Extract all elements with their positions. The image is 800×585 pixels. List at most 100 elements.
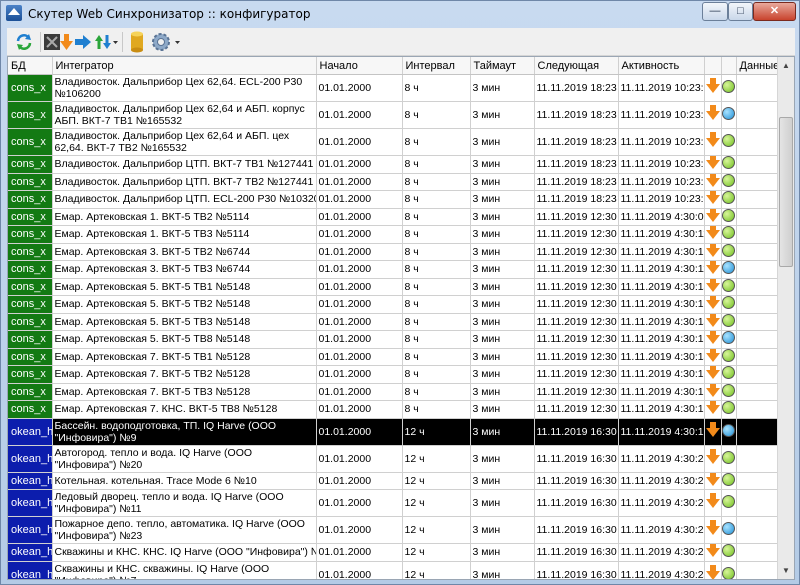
download-action-cell[interactable]	[704, 418, 722, 446]
database-button[interactable]	[126, 30, 148, 54]
download-arrow-icon[interactable]	[705, 190, 720, 205]
table-row[interactable]: cons_x Владивосток. Дальприбор Цех 62,64.…	[8, 74, 779, 102]
table-row[interactable]: cons_x Владивосток. Дальприбор ЦТП. ВКТ-7…	[8, 173, 779, 191]
table-row[interactable]: cons_x Емар. Артековская 5. ВКТ-5 ТВ8 №51…	[8, 330, 779, 349]
download-arrow-icon[interactable]	[705, 472, 720, 486]
integrators-grid[interactable]: БД Интегратор Начало Интервал Таймаут Сл…	[7, 56, 795, 580]
download-action-cell[interactable]	[704, 260, 722, 279]
table-row[interactable]: cons_x Емар. Артековская 3. ВКТ-5 ТВ3 №67…	[8, 260, 779, 279]
download-arrow-icon[interactable]	[705, 564, 720, 579]
download-arrow-icon[interactable]	[705, 173, 720, 187]
column-header-action[interactable]	[704, 57, 722, 75]
download-arrow-icon[interactable]	[705, 421, 720, 437]
table-row[interactable]: cons_x Емар. Артековская 5. ВКТ-5 ТВ2 №51…	[8, 295, 779, 314]
download-action-cell[interactable]	[704, 561, 722, 579]
download-arrow-icon[interactable]	[705, 400, 720, 415]
table-row[interactable]: cons_x Емар. Артековская 7. ВКТ-5 ТВ2 №51…	[8, 365, 779, 384]
download-action-cell[interactable]	[704, 208, 722, 226]
download-action-cell[interactable]	[704, 155, 722, 174]
download-arrow-icon[interactable]	[705, 78, 720, 93]
table-row[interactable]: cons_x Емар. Артековская 3. ВКТ-5 ТВ2 №67…	[8, 243, 779, 261]
download-action-cell[interactable]	[704, 348, 722, 366]
table-row[interactable]: cons_x Владивосток. Дальприбор ЦТП. ВКТ-7…	[8, 155, 779, 174]
table-row[interactable]: cons_x Владивосток. Дальприбор Цех 62,64 …	[8, 128, 779, 156]
table-row[interactable]: cons_x Владивосток. Дальприбор ЦТП. ECL-2…	[8, 190, 779, 209]
download-arrow-icon[interactable]	[705, 208, 720, 222]
scroll-down-button[interactable]: ▼	[778, 562, 794, 579]
table-row[interactable]: okean_h Скважины и КНС. КНС. IQ Harve (ОО…	[8, 543, 779, 562]
close-button[interactable]: ✕	[753, 2, 796, 21]
column-header-start[interactable]: Начало	[316, 57, 403, 75]
download-action-cell[interactable]	[704, 101, 722, 129]
table-row[interactable]: cons_x Емар. Артековская 7. ВКТ-5 ТВ1 №51…	[8, 348, 779, 366]
timeout-cell: 3 мин	[470, 173, 535, 191]
column-header-status[interactable]	[721, 57, 737, 75]
title-bar[interactable]: Скутер Web Синхронизатор :: конфигуратор…	[1, 1, 799, 28]
table-row[interactable]: cons_x Емар. Артековская 1. ВКТ-5 ТВ3 №51…	[8, 225, 779, 244]
download-action-cell[interactable]	[704, 190, 722, 209]
vertical-scrollbar[interactable]: ▲ ▼	[777, 57, 794, 579]
scroll-thumb[interactable]	[779, 117, 793, 267]
download-arrow-icon[interactable]	[705, 243, 720, 257]
download-action-cell[interactable]	[704, 330, 722, 349]
download-arrow-icon[interactable]	[705, 493, 720, 508]
download-arrow-icon[interactable]	[705, 348, 720, 362]
table-row[interactable]: cons_x Емар. Артековская 1. ВКТ-5 ТВ2 №51…	[8, 208, 779, 226]
maximize-button[interactable]: □	[728, 2, 753, 21]
table-row[interactable]: okean_h Скважины и КНС. скважины. IQ Harv…	[8, 561, 779, 579]
column-header-integrator[interactable]: Интегратор	[52, 57, 317, 75]
download-action-cell[interactable]	[704, 295, 722, 314]
download-action-cell[interactable]	[704, 243, 722, 261]
transfer-menu-button[interactable]	[43, 30, 119, 54]
download-action-cell[interactable]	[704, 74, 722, 102]
download-action-cell[interactable]	[704, 128, 722, 156]
column-header-activity[interactable]: Активность	[618, 57, 705, 75]
download-arrow-icon[interactable]	[705, 260, 720, 275]
table-row[interactable]: okean_h Ледовый дворец. тепло и вода. IQ …	[8, 489, 779, 517]
table-row[interactable]: cons_x Емар. Артековская 5. ВКТ-5 ТВ1 №51…	[8, 278, 779, 296]
column-header-interval[interactable]: Интервал	[402, 57, 471, 75]
minimize-button[interactable]: —	[702, 2, 728, 21]
column-header-timeout[interactable]: Таймаут	[470, 57, 535, 75]
download-arrow-icon[interactable]	[705, 105, 720, 120]
table-row[interactable]: okean_h Автогород. тепло и вода. IQ Harve…	[8, 445, 779, 473]
download-arrow-icon[interactable]	[705, 295, 720, 310]
start-cell: 01.01.2000	[316, 190, 403, 209]
download-arrow-icon[interactable]	[705, 543, 720, 558]
download-arrow-icon[interactable]	[705, 132, 720, 147]
download-action-cell[interactable]	[704, 445, 722, 473]
table-row[interactable]: okean_h Пожарное депо. тепло, автоматика.…	[8, 516, 779, 544]
table-row[interactable]: cons_x Емар. Артековская 7. КНС. ВКТ-5 ТВ…	[8, 400, 779, 419]
download-action-cell[interactable]	[704, 383, 722, 401]
download-action-cell[interactable]	[704, 543, 722, 562]
table-row[interactable]: cons_x Емар. Артековская 7. ВКТ-5 ТВ3 №51…	[8, 383, 779, 401]
download-action-cell[interactable]	[704, 173, 722, 191]
download-action-cell[interactable]	[704, 516, 722, 544]
download-action-cell[interactable]	[704, 278, 722, 296]
download-arrow-icon[interactable]	[705, 383, 720, 397]
download-arrow-icon[interactable]	[705, 278, 720, 292]
table-row[interactable]: cons_x Владивосток. Дальприбор Цех 62,64 …	[8, 101, 779, 129]
table-row[interactable]: okean_h Бассейн. водоподготовка, ТП. IQ H…	[8, 418, 779, 446]
download-action-cell[interactable]	[704, 489, 722, 517]
refresh-button[interactable]	[12, 30, 36, 54]
download-arrow-icon[interactable]	[705, 313, 720, 327]
download-action-cell[interactable]	[704, 400, 722, 419]
column-header-data[interactable]: Данные	[736, 57, 779, 75]
settings-menu-button[interactable]	[150, 30, 182, 54]
download-arrow-icon[interactable]	[705, 520, 720, 535]
scroll-up-button[interactable]: ▲	[778, 57, 794, 74]
download-arrow-icon[interactable]	[705, 330, 720, 345]
download-arrow-icon[interactable]	[705, 365, 720, 380]
download-action-cell[interactable]	[704, 365, 722, 384]
column-header-next[interactable]: Следующая	[534, 57, 619, 75]
download-arrow-icon[interactable]	[705, 448, 720, 464]
column-header-db[interactable]: БД	[8, 57, 53, 75]
download-action-cell[interactable]	[704, 225, 722, 244]
download-action-cell[interactable]	[704, 313, 722, 331]
table-row[interactable]: okean_h Котельная. котельная. Trace Mode …	[8, 472, 779, 490]
table-row[interactable]: cons_x Емар. Артековская 5. ВКТ-5 ТВ3 №51…	[8, 313, 779, 331]
download-arrow-icon[interactable]	[705, 155, 720, 170]
download-arrow-icon[interactable]	[705, 225, 720, 240]
download-action-cell[interactable]	[704, 472, 722, 490]
